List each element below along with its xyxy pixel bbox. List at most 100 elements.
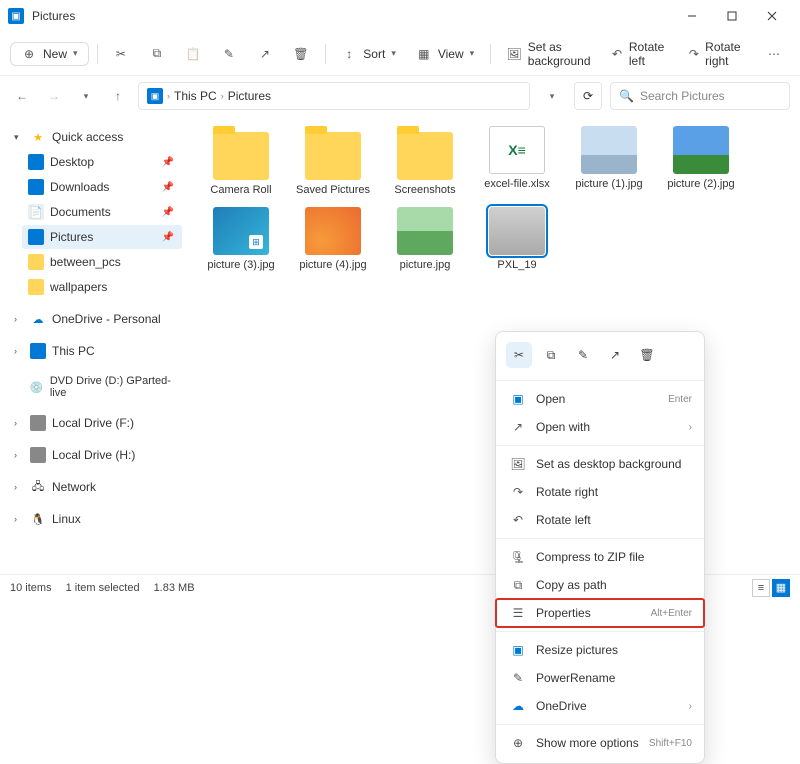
disc-icon: 💿: [29, 379, 44, 395]
back-button[interactable]: ←: [10, 84, 34, 108]
folder-camera-roll[interactable]: Camera Roll: [202, 126, 280, 197]
pictures-icon: [28, 229, 44, 245]
address-dropdown[interactable]: ▾: [538, 82, 566, 110]
crumb-pictures[interactable]: Pictures: [228, 89, 271, 103]
sidebar-between-pcs[interactable]: between_pcs: [22, 250, 182, 274]
sidebar-pictures[interactable]: Pictures📌: [22, 225, 182, 249]
ctx-rename-button[interactable]: ✎: [570, 342, 596, 368]
image-thumb: [397, 207, 453, 255]
view-button[interactable]: ▦View▾: [408, 42, 482, 66]
rotate-right-icon: ↷: [510, 484, 526, 500]
file-picture[interactable]: picture.jpg: [386, 207, 464, 272]
ctx-open-with[interactable]: ↗Open with›: [496, 413, 704, 441]
ctx-share-button[interactable]: ↗: [602, 342, 628, 368]
rotate-left-button[interactable]: ↶Rotate left: [603, 36, 676, 72]
sidebar-local-f[interactable]: ›Local Drive (F:): [8, 411, 182, 435]
ctx-rotate-left[interactable]: ↶Rotate left: [496, 506, 704, 534]
sidebar-onedrive[interactable]: ›☁OneDrive - Personal: [8, 307, 182, 331]
sidebar-local-h[interactable]: ›Local Drive (H:): [8, 443, 182, 467]
folder-saved-pictures[interactable]: Saved Pictures: [294, 126, 372, 197]
sidebar-desktop[interactable]: Desktop📌: [22, 150, 182, 174]
sidebar-dvd[interactable]: ›💿DVD Drive (D:) GParted-live: [8, 371, 182, 403]
sidebar-thispc[interactable]: ›This PC: [8, 339, 182, 363]
clipboard-icon: 📋: [185, 46, 201, 62]
excel-icon: X≡: [489, 126, 545, 174]
image-thumb: [305, 207, 361, 255]
up-button[interactable]: ↑: [106, 84, 130, 108]
ctx-resize-pictures[interactable]: ▣Resize pictures: [496, 636, 704, 664]
ctx-powerrename[interactable]: ✎PowerRename: [496, 664, 704, 692]
sidebar-quick-access[interactable]: ▾★Quick access: [8, 125, 182, 149]
cloud-icon: ☁: [510, 698, 526, 714]
new-button[interactable]: ⊕ New ▾: [10, 42, 89, 66]
file-picture-4[interactable]: picture (4).jpg: [294, 207, 372, 272]
sidebar-documents[interactable]: 📄Documents📌: [22, 200, 182, 224]
ctx-set-background[interactable]: 🖼Set as desktop background: [496, 450, 704, 478]
sidebar-downloads[interactable]: Downloads📌: [22, 175, 182, 199]
resize-icon: ▣: [510, 642, 526, 658]
paste-button[interactable]: 📋: [177, 42, 209, 66]
trash-icon: 🗑: [639, 348, 654, 362]
ctx-compress-zip[interactable]: 🗜Compress to ZIP file: [496, 543, 704, 571]
file-pxl[interactable]: PXL_19: [478, 207, 556, 272]
ctx-delete-button[interactable]: 🗑: [634, 342, 660, 368]
sidebar: ▾★Quick access Desktop📌 Downloads📌 📄Docu…: [0, 116, 190, 566]
sidebar-wallpapers[interactable]: wallpapers: [22, 275, 182, 299]
titlebar: ▣ Pictures: [0, 0, 800, 32]
file-picture-2[interactable]: picture (2).jpg: [662, 126, 740, 197]
copy-button[interactable]: ⧉: [141, 42, 173, 66]
ctx-rotate-right[interactable]: ↷Rotate right: [496, 478, 704, 506]
ctx-copy-button[interactable]: ⧉: [538, 342, 564, 368]
search-placeholder: Search Pictures: [640, 89, 725, 103]
breadcrumb[interactable]: ▣ › This PC › Pictures: [138, 82, 530, 110]
sidebar-linux[interactable]: ›🐧Linux: [8, 507, 182, 531]
rename-button[interactable]: ✎: [213, 42, 245, 66]
image-thumb: [673, 126, 729, 174]
refresh-button[interactable]: ⟳: [574, 82, 602, 110]
file-pane[interactable]: Camera Roll Saved Pictures Screenshots X…: [190, 116, 800, 566]
pc-icon: ▣: [147, 88, 163, 104]
overflow-button[interactable]: ⋯: [758, 42, 790, 66]
context-menu: ✂ ⧉ ✎ ↗ 🗑 ▣OpenEnter ↗Open with› 🖼Set as…: [495, 331, 705, 764]
search-input[interactable]: 🔍 Search Pictures: [610, 82, 790, 110]
sort-button[interactable]: ↕Sort▾: [333, 42, 404, 66]
rotate-right-button[interactable]: ↷Rotate right: [681, 36, 754, 72]
ctx-onedrive[interactable]: ☁OneDrive›: [496, 692, 704, 720]
maximize-button[interactable]: [712, 2, 752, 30]
powerrename-icon: ✎: [510, 670, 526, 686]
ctx-cut-button[interactable]: ✂: [506, 342, 532, 368]
view-details-button[interactable]: ≡: [752, 579, 770, 597]
crumb-thispc[interactable]: This PC: [174, 89, 217, 103]
document-icon: 📄: [28, 204, 44, 220]
pin-icon: 📌: [162, 182, 174, 193]
ctx-open[interactable]: ▣OpenEnter: [496, 385, 704, 413]
file-excel[interactable]: X≡excel-file.xlsx: [478, 126, 556, 197]
sidebar-network[interactable]: ›🖧Network: [8, 475, 182, 499]
chevron-right-icon: ›: [689, 422, 692, 433]
cut-button[interactable]: ✂: [105, 42, 137, 66]
properties-icon: ☰: [510, 605, 526, 621]
recent-dropdown[interactable]: ▾: [74, 84, 98, 108]
ctx-show-more[interactable]: ⊕Show more optionsShift+F10: [496, 729, 704, 757]
folder-icon: [28, 254, 44, 270]
set-background-button[interactable]: 🖼Set as background: [499, 36, 600, 72]
view-icon: ▦: [416, 46, 432, 62]
folder-screenshots[interactable]: Screenshots: [386, 126, 464, 197]
status-count: 10 items: [10, 582, 52, 594]
file-picture-3[interactable]: ⊞picture (3).jpg: [202, 207, 280, 272]
more-icon: ⋯: [766, 46, 782, 62]
minimize-button[interactable]: [672, 2, 712, 30]
close-button[interactable]: [752, 2, 792, 30]
scissors-icon: ✂: [514, 348, 524, 362]
ctx-properties[interactable]: ☰PropertiesAlt+Enter: [496, 599, 704, 627]
delete-button[interactable]: 🗑: [285, 42, 317, 66]
forward-button[interactable]: →: [42, 84, 66, 108]
file-picture-1[interactable]: picture (1).jpg: [570, 126, 648, 197]
ctx-copy-path[interactable]: ⧉Copy as path: [496, 571, 704, 599]
folder-icon: [213, 132, 269, 180]
toolbar: ⊕ New ▾ ✂ ⧉ 📋 ✎ ↗ 🗑 ↕Sort▾ ▦View▾ 🖼Set a…: [0, 32, 800, 76]
share-button[interactable]: ↗: [249, 42, 281, 66]
desktop-icon: [28, 154, 44, 170]
status-selection: 1 item selected: [66, 582, 140, 594]
view-thumbnails-button[interactable]: ▦: [772, 579, 790, 597]
